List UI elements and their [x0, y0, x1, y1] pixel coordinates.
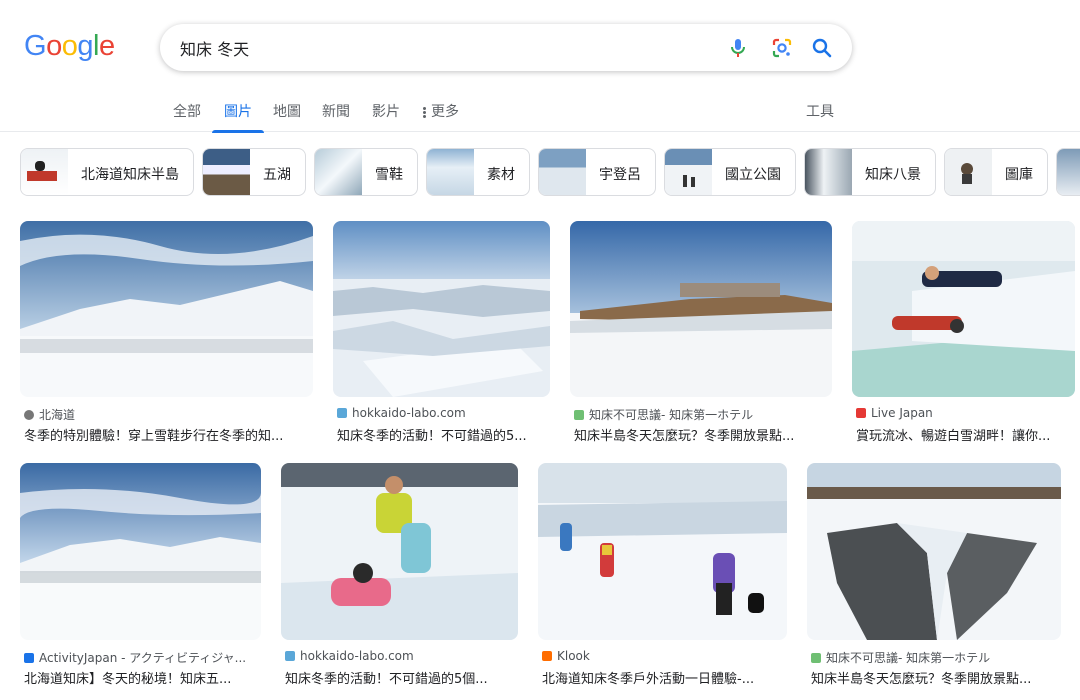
chip-label: 圖庫 [1005, 167, 1033, 183]
tools-button[interactable]: 工具 [806, 88, 834, 132]
chip-label: 雪鞋 [375, 167, 403, 183]
chip-eight-views[interactable]: 知床八景 [804, 148, 936, 196]
tab-more-label: 更多 [431, 104, 459, 120]
site-favicon-icon [574, 410, 584, 420]
result-thumbnail [281, 463, 518, 640]
chip-more[interactable] [1056, 148, 1080, 196]
result-source: Klook [542, 649, 782, 663]
search-tabs: 全部 圖片 地圖 新聞 影片 更多 工具 [0, 88, 1080, 133]
refinement-chips: 北海道知床半島 五湖 雪鞋 素材 宇登呂 國立公園 知床八景 圖庫 [20, 148, 1080, 196]
logo-letter: g [77, 30, 93, 62]
chip-label: 五湖 [263, 167, 291, 183]
image-result[interactable]: ActivityJapan - アクティビティジャ... 北海道知床】冬天的秘境… [20, 463, 261, 693]
logo-letter: o [61, 30, 78, 62]
chip-utoro[interactable]: 宇登呂 [538, 148, 656, 196]
result-source: hokkaido-labo.com [285, 649, 513, 663]
chip-thumbnail [315, 149, 362, 195]
result-source: 知床不可思議- 知床第一ホテル [811, 649, 1056, 666]
chip-hokkaido-shiretoko[interactable]: 北海道知床半島 [20, 148, 194, 196]
result-source-text: hokkaido-labo.com [352, 406, 466, 420]
chip-label: 國立公園 [725, 167, 781, 183]
result-source-text: 知床不可思議- 知床第一ホテル [589, 408, 754, 422]
chip-snowshoe[interactable]: 雪鞋 [314, 148, 418, 196]
chip-label: 宇登呂 [599, 167, 641, 183]
result-source-text: Live Japan [871, 406, 933, 420]
result-title[interactable]: 北海道知床冬季戶外活動一日體驗-... [542, 668, 786, 687]
result-thumbnail [20, 463, 261, 640]
chip-five-lakes[interactable]: 五湖 [202, 148, 306, 196]
chip-thumbnail [21, 149, 68, 195]
result-title[interactable]: 知床半島冬天怎麼玩？冬季開放景點... [811, 668, 1061, 687]
chip-thumbnail [203, 149, 250, 195]
vertical-dots-icon [423, 106, 426, 119]
chip-thumbnail [665, 149, 712, 195]
result-title[interactable]: 北海道知床】冬天的秘境！知床五... [24, 668, 260, 687]
tab-maps[interactable]: 地圖 [273, 88, 301, 132]
chip-label: 北海道知床半島 [81, 167, 179, 183]
result-source: ActivityJapan - アクティビティジャ... [24, 649, 256, 666]
result-source-text: ActivityJapan - アクティビティジャ... [39, 651, 247, 665]
result-thumbnail [570, 221, 832, 397]
chip-thumbnail [805, 149, 852, 195]
search-icon[interactable] [810, 36, 834, 60]
google-lens-icon[interactable] [770, 36, 794, 60]
image-result[interactable]: hokkaido-labo.com 知床冬季的活動！不可錯過的5個... [281, 463, 518, 693]
image-result[interactable]: 知床不可思議- 知床第一ホテル 知床半島冬天怎麼玩？冬季開放景點... [570, 221, 832, 444]
logo-letter: G [24, 30, 47, 62]
chip-thumbnail [945, 149, 992, 195]
result-title[interactable]: 知床冬季的活動！不可錯過的5... [337, 425, 550, 444]
site-favicon-icon [542, 651, 552, 661]
chip-thumbnail [427, 149, 474, 195]
result-thumbnail [20, 221, 313, 397]
result-source-text: Klook [557, 649, 590, 663]
logo-letter: e [98, 30, 115, 62]
chip-material[interactable]: 素材 [426, 148, 530, 196]
result-thumbnail [538, 463, 787, 640]
google-logo[interactable]: Google [24, 30, 115, 63]
search-box [160, 24, 852, 71]
result-thumbnail [852, 221, 1075, 397]
result-thumbnail [807, 463, 1061, 640]
image-result[interactable]: 知床不可思議- 知床第一ホテル 知床半島冬天怎麼玩？冬季開放景點... [807, 463, 1061, 693]
chip-thumbnail [1057, 149, 1080, 195]
result-source: 北海道 [24, 406, 309, 423]
chip-national-park[interactable]: 國立公園 [664, 148, 796, 196]
site-favicon-icon [285, 651, 295, 661]
chip-stock[interactable]: 圖庫 [944, 148, 1048, 196]
result-source-text: 北海道 [39, 408, 76, 422]
chip-label: 知床八景 [865, 167, 921, 183]
image-result[interactable]: hokkaido-labo.com 知床冬季的活動！不可錯過的5... [333, 221, 550, 444]
result-source-text: 知床不可思議- 知床第一ホテル [826, 651, 991, 665]
chip-label: 素材 [487, 167, 515, 183]
chip-thumbnail [539, 149, 586, 195]
logo-letter: o [46, 30, 62, 62]
tab-images[interactable]: 圖片 [212, 88, 264, 133]
site-favicon-icon [856, 408, 866, 418]
result-title[interactable]: 冬季的特別體驗！穿上雪鞋步行在冬季的知... [24, 425, 313, 444]
result-thumbnail [333, 221, 550, 397]
result-source-text: hokkaido-labo.com [300, 649, 414, 663]
result-source: 知床不可思議- 知床第一ホテル [574, 406, 829, 423]
image-result[interactable]: 北海道 冬季的特別體驗！穿上雪鞋步行在冬季的知... [20, 221, 313, 444]
image-result[interactable]: Klook 北海道知床冬季戶外活動一日體驗-... [538, 463, 787, 693]
result-title[interactable]: 知床半島冬天怎麼玩？冬季開放景點... [574, 425, 832, 444]
site-favicon-icon [337, 408, 347, 418]
tab-all[interactable]: 全部 [173, 88, 201, 132]
microphone-icon[interactable] [726, 36, 750, 60]
tab-more[interactable]: 更多 [423, 88, 459, 132]
site-favicon-icon [811, 653, 821, 663]
result-title[interactable]: 賞玩流冰、暢遊白雪湖畔！讓你... [856, 425, 1075, 444]
tab-news[interactable]: 新聞 [322, 88, 350, 132]
result-source: Live Japan [856, 406, 1071, 420]
result-source: hokkaido-labo.com [337, 406, 547, 420]
site-favicon-icon [24, 410, 34, 420]
site-favicon-icon [24, 653, 34, 663]
result-title[interactable]: 知床冬季的活動！不可錯過的5個... [285, 668, 517, 687]
image-result[interactable]: Live Japan 賞玩流冰、暢遊白雪湖畔！讓你... [852, 221, 1075, 444]
tab-videos[interactable]: 影片 [372, 88, 400, 132]
search-input[interactable] [180, 24, 700, 71]
